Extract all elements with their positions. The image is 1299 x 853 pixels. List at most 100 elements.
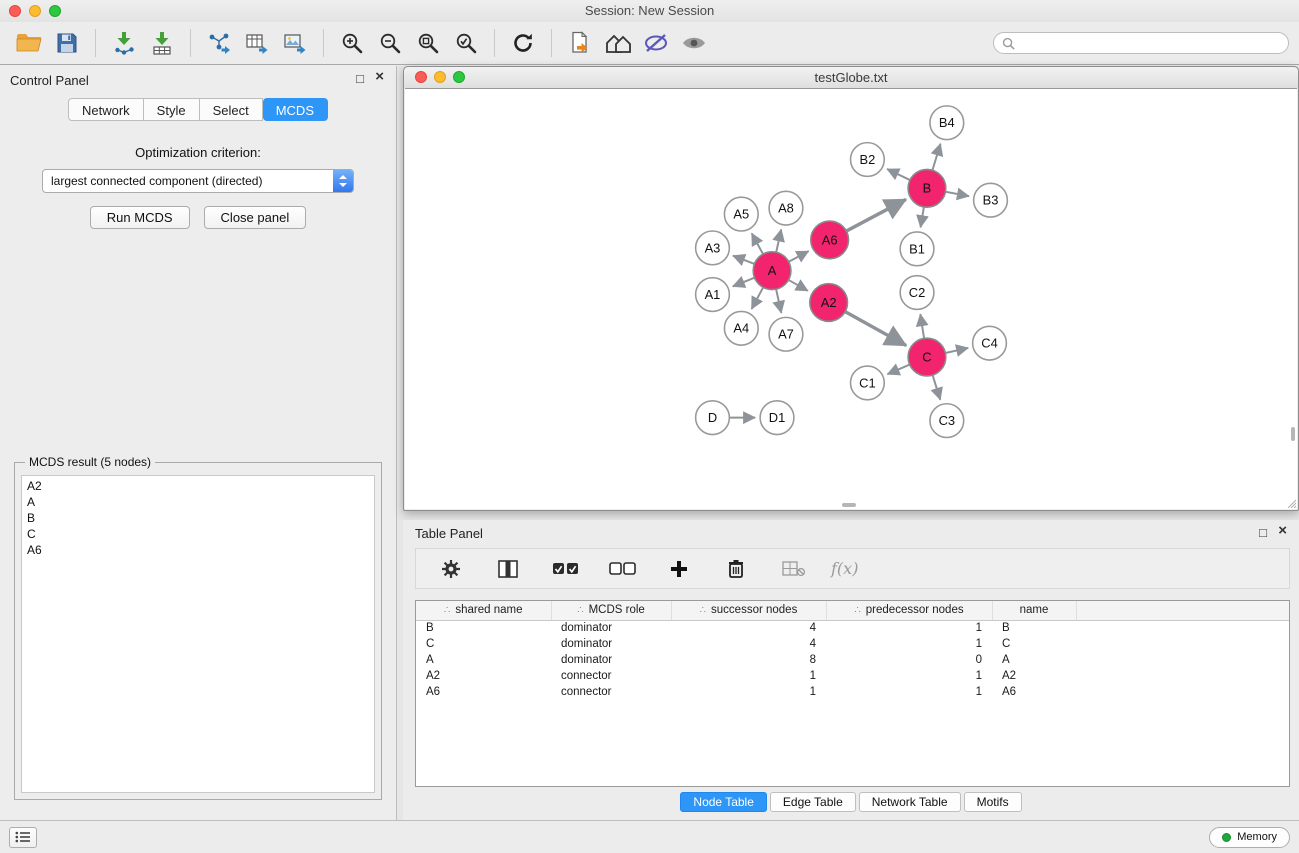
table-cell[interactable]: A2 [416, 668, 551, 684]
graph-edge-A-A4[interactable] [752, 287, 764, 309]
graph-edge-A-A7[interactable] [776, 289, 781, 313]
graph-node-A3[interactable]: A3 [696, 231, 730, 265]
table-cell[interactable]: 1 [826, 684, 992, 700]
zoom-selected-icon[interactable] [450, 27, 482, 59]
import-network-icon[interactable] [108, 27, 140, 59]
graph-node-A6[interactable]: A6 [811, 221, 849, 259]
tab-motifs[interactable]: Motifs [964, 792, 1022, 812]
graph-node-C4[interactable]: C4 [973, 326, 1007, 360]
table-cell[interactable]: C [992, 636, 1076, 652]
table-row[interactable]: Bdominator41B [416, 620, 1289, 636]
mcds-result-item[interactable]: A [27, 494, 369, 510]
table-cell[interactable]: 1 [826, 636, 992, 652]
table-cell[interactable]: A6 [992, 684, 1076, 700]
graph-edge-C-C4[interactable] [945, 348, 968, 353]
graph-node-B2[interactable]: B2 [851, 143, 885, 177]
close-panel-icon[interactable]: × [375, 70, 384, 84]
show-graphics-details-icon[interactable] [640, 27, 672, 59]
mcds-result-item[interactable]: B [27, 510, 369, 526]
table-row[interactable]: Cdominator41C [416, 636, 1289, 652]
export-network-icon[interactable] [203, 27, 235, 59]
table-cell[interactable]: A [992, 652, 1076, 668]
graph-edge-A-A8[interactable] [776, 229, 781, 252]
refresh-icon[interactable] [507, 27, 539, 59]
table-cell[interactable]: 4 [671, 636, 826, 652]
network-canvas[interactable]: AA1A2A3A4A5A6A7A8BB1B2B3B4CC1C2C3C4DD1 [405, 88, 1297, 509]
open-session-file-icon[interactable] [564, 27, 596, 59]
table-cell[interactable]: B [416, 620, 551, 636]
table-cell[interactable]: dominator [551, 636, 671, 652]
graph-edge-A-A1[interactable] [733, 278, 755, 287]
graph-node-D[interactable]: D [696, 401, 730, 435]
column-header-predecessor-nodes[interactable]: ∴predecessor nodes [826, 601, 992, 620]
table-cell[interactable]: 1 [671, 684, 826, 700]
table-cell[interactable]: connector [551, 668, 671, 684]
horizontal-scrollbar[interactable] [842, 503, 856, 507]
run-mcds-button[interactable]: Run MCDS [90, 206, 190, 229]
graph-edge-A-A6[interactable] [789, 251, 809, 262]
hide-graphics-details-icon[interactable] [678, 27, 710, 59]
table-cell[interactable]: 0 [826, 652, 992, 668]
table-row[interactable]: A2connector11A2 [416, 668, 1289, 684]
float-panel-icon[interactable]: □ [356, 72, 364, 86]
open-file-icon[interactable] [13, 27, 45, 59]
delete-table-icon[interactable] [777, 553, 809, 585]
zoom-fit-icon[interactable] [412, 27, 444, 59]
table-cell[interactable]: A2 [992, 668, 1076, 684]
graph-edge-C-C2[interactable] [920, 314, 924, 338]
tab-network-table[interactable]: Network Table [859, 792, 961, 812]
table-cell[interactable]: A6 [416, 684, 551, 700]
graph-edge-A-A3[interactable] [733, 256, 755, 264]
graph-edge-A2-C[interactable] [845, 312, 906, 346]
add-row-icon[interactable] [663, 553, 695, 585]
tab-select[interactable]: Select [200, 98, 263, 121]
graph-node-A2[interactable]: A2 [810, 284, 848, 322]
graph-edge-A-A2[interactable] [789, 280, 808, 291]
graph-node-A5[interactable]: A5 [724, 197, 758, 231]
memory-button[interactable]: Memory [1209, 827, 1290, 848]
graph-node-B3[interactable]: B3 [974, 183, 1008, 217]
table-cell[interactable]: dominator [551, 652, 671, 668]
save-session-icon[interactable] [51, 27, 83, 59]
network-window-titlebar[interactable]: testGlobe.txt [404, 67, 1298, 88]
graph-edge-B-B3[interactable] [945, 192, 969, 196]
graph-node-A7[interactable]: A7 [769, 317, 803, 351]
graph-node-C1[interactable]: C1 [851, 366, 885, 400]
vertical-scrollbar[interactable] [1291, 427, 1295, 441]
graph-node-A1[interactable]: A1 [696, 278, 730, 312]
graph-node-C3[interactable]: C3 [930, 404, 964, 438]
export-table-icon[interactable] [241, 27, 273, 59]
graph-node-C2[interactable]: C2 [900, 276, 934, 310]
search-input[interactable] [1020, 36, 1280, 50]
tab-style[interactable]: Style [144, 98, 200, 121]
mcds-result-item[interactable]: C [27, 526, 369, 542]
close-panel-button[interactable]: Close panel [204, 206, 307, 229]
graph-edge-C-C3[interactable] [933, 375, 941, 400]
column-header-successor-nodes[interactable]: ∴successor nodes [671, 601, 826, 620]
mcds-result-item[interactable]: A2 [27, 478, 369, 494]
graph-node-C[interactable]: C [908, 338, 946, 376]
table-settings-gear-icon[interactable] [435, 553, 467, 585]
graph-edge-C-C1[interactable] [887, 365, 909, 375]
graph-node-A[interactable]: A [753, 252, 791, 290]
tab-node-table[interactable]: Node Table [680, 792, 767, 812]
export-image-icon[interactable] [279, 27, 311, 59]
mcds-result-list[interactable]: A2ABCA6 [21, 475, 375, 793]
mcds-result-item[interactable]: A6 [27, 542, 369, 558]
graph-node-B[interactable]: B [908, 169, 946, 207]
resize-grip[interactable] [1286, 498, 1296, 508]
column-header-shared-name[interactable]: ∴shared name [416, 601, 551, 620]
graph-edge-A6-B[interactable] [846, 199, 906, 231]
table-cell[interactable]: 1 [826, 668, 992, 684]
graph-edge-A-A5[interactable] [752, 233, 763, 254]
table-cell[interactable]: 1 [826, 620, 992, 636]
zoom-in-icon[interactable] [336, 27, 368, 59]
table-cell[interactable]: 1 [671, 668, 826, 684]
graph-node-A4[interactable]: A4 [724, 311, 758, 345]
close-table-panel-icon[interactable]: × [1278, 524, 1287, 538]
float-table-panel-icon[interactable]: □ [1259, 526, 1267, 540]
graph-edge-B-B2[interactable] [887, 169, 910, 180]
table-row[interactable]: Adominator80A [416, 652, 1289, 668]
network-graph[interactable]: AA1A2A3A4A5A6A7A8BB1B2B3B4CC1C2C3C4DD1 [405, 89, 1297, 509]
delete-row-icon[interactable] [720, 553, 752, 585]
